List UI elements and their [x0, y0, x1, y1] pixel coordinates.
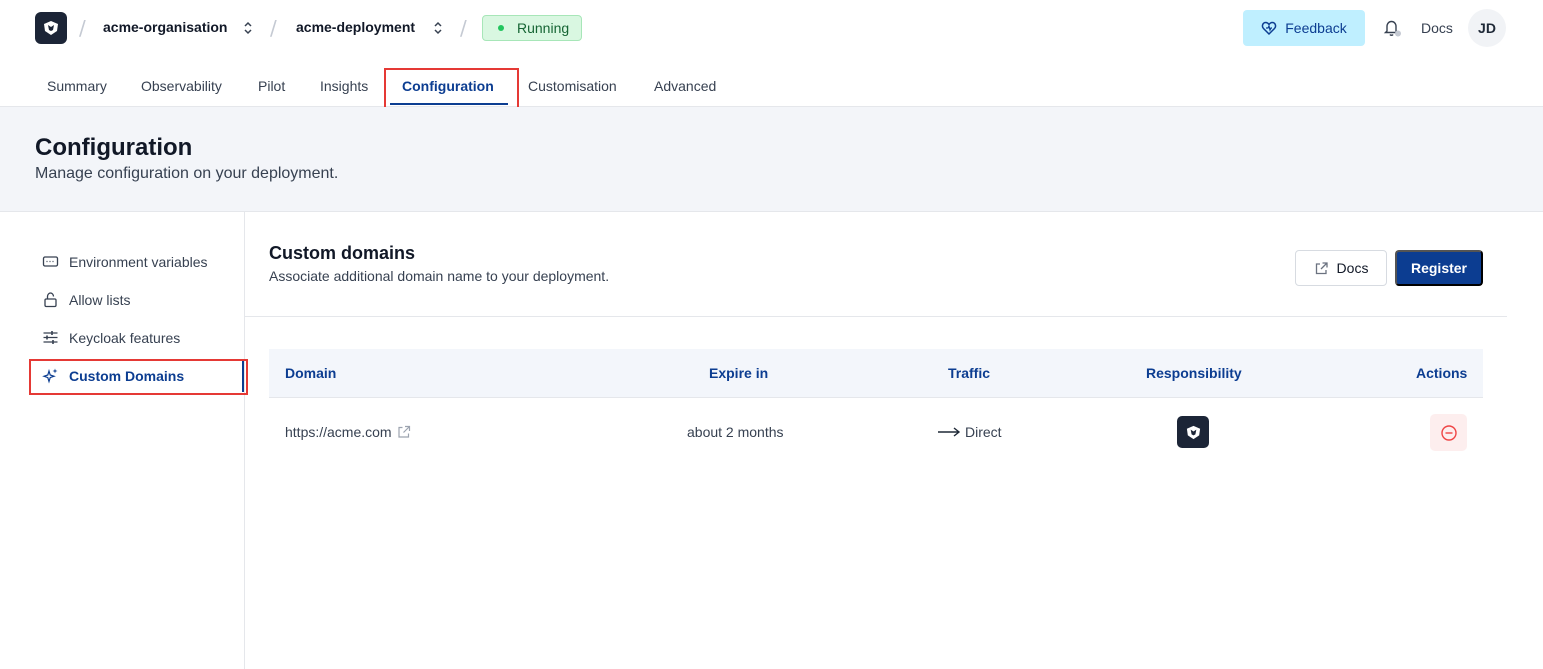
breadcrumb-separator: / — [460, 16, 467, 40]
sidebar-item-allow-lists[interactable]: Allow lists — [42, 291, 130, 308]
column-header-responsibility: Responsibility — [1146, 365, 1242, 381]
responsibility-logo — [1177, 416, 1209, 448]
tab-pilot[interactable]: Pilot — [258, 78, 285, 94]
table-header: Domain Expire in Traffic Responsibility … — [269, 349, 1483, 398]
user-avatar[interactable]: JD — [1468, 9, 1506, 47]
chevron-updown-icon[interactable] — [243, 20, 253, 36]
external-link-icon[interactable] — [397, 425, 411, 439]
column-header-domain: Domain — [285, 365, 337, 381]
arrow-right-icon — [938, 427, 961, 437]
section-subtitle: Associate additional domain name to your… — [269, 268, 610, 284]
organisation-selector[interactable]: acme-organisation — [103, 19, 227, 35]
traffic-label: Direct — [965, 424, 1002, 440]
chevron-updown-icon[interactable] — [433, 20, 443, 36]
sidebar-item-label: Allow lists — [69, 291, 131, 308]
tab-summary[interactable]: Summary — [47, 78, 107, 94]
status-dot-icon — [498, 25, 504, 31]
env-variables-icon — [42, 256, 59, 267]
domain-link[interactable]: https://acme.com — [285, 424, 392, 440]
sidebar-item-environment-variables[interactable]: Environment variables — [42, 253, 208, 270]
external-link-icon — [1315, 261, 1328, 274]
traffic-cell: Direct — [937, 424, 1002, 440]
tab-advanced[interactable]: Advanced — [654, 78, 716, 94]
feedback-button[interactable]: Feedback — [1243, 10, 1365, 46]
register-button[interactable]: Register — [1395, 250, 1483, 286]
divider — [245, 316, 1507, 317]
config-sidebar: Environment variables Allow lists Keyclo… — [0, 212, 245, 669]
lock-icon — [44, 292, 57, 308]
breadcrumb-separator: / — [270, 16, 277, 40]
tab-observability[interactable]: Observability — [141, 78, 222, 94]
feedback-label: Feedback — [1285, 20, 1347, 36]
highlight-box — [384, 68, 519, 112]
sliders-icon — [43, 331, 58, 344]
tab-insights[interactable]: Insights — [320, 78, 368, 94]
docs-button-label: Docs — [1336, 260, 1369, 276]
column-header-actions: Actions — [1416, 365, 1468, 381]
top-bar: / acme-organisation / acme-deployment / … — [0, 0, 1543, 56]
sidebar-item-label: Environment variables — [69, 253, 208, 270]
app-logo[interactable] — [35, 12, 67, 44]
status-badge: Running — [482, 15, 582, 41]
notifications-bell-icon[interactable] — [1382, 18, 1402, 38]
deployment-tabs: Summary Observability Pilot Insights Con… — [0, 56, 1543, 107]
highlight-box — [29, 359, 248, 395]
heart-icon — [1261, 21, 1277, 36]
logo-icon — [1186, 425, 1200, 439]
docs-button[interactable]: Docs — [1295, 250, 1387, 286]
remove-domain-button[interactable] — [1430, 414, 1467, 451]
expire-cell: about 2 months — [687, 424, 784, 440]
minus-circle-icon — [1440, 424, 1457, 441]
tab-customisation[interactable]: Customisation — [528, 78, 617, 94]
column-header-traffic: Traffic — [948, 365, 991, 381]
domain-cell: https://acme.com — [285, 424, 411, 440]
page-title: Configuration — [35, 134, 193, 161]
table-row: https://acme.com about 2 months Direct — [269, 398, 1483, 466]
page-subtitle: Manage configuration on your deployment. — [35, 165, 339, 182]
breadcrumb-separator: / — [79, 16, 86, 40]
column-header-expire: Expire in — [709, 365, 769, 381]
page-header: Configuration Manage configuration on yo… — [0, 107, 1543, 212]
sidebar-item-keycloak-features[interactable]: Keycloak features — [42, 329, 180, 346]
section-title: Custom domains — [269, 243, 416, 263]
deployment-selector[interactable]: acme-deployment — [296, 19, 415, 35]
logo-icon — [44, 21, 58, 35]
status-label: Running — [517, 20, 570, 36]
docs-link[interactable]: Docs — [1421, 20, 1453, 36]
sidebar-item-label: Keycloak features — [69, 329, 181, 346]
